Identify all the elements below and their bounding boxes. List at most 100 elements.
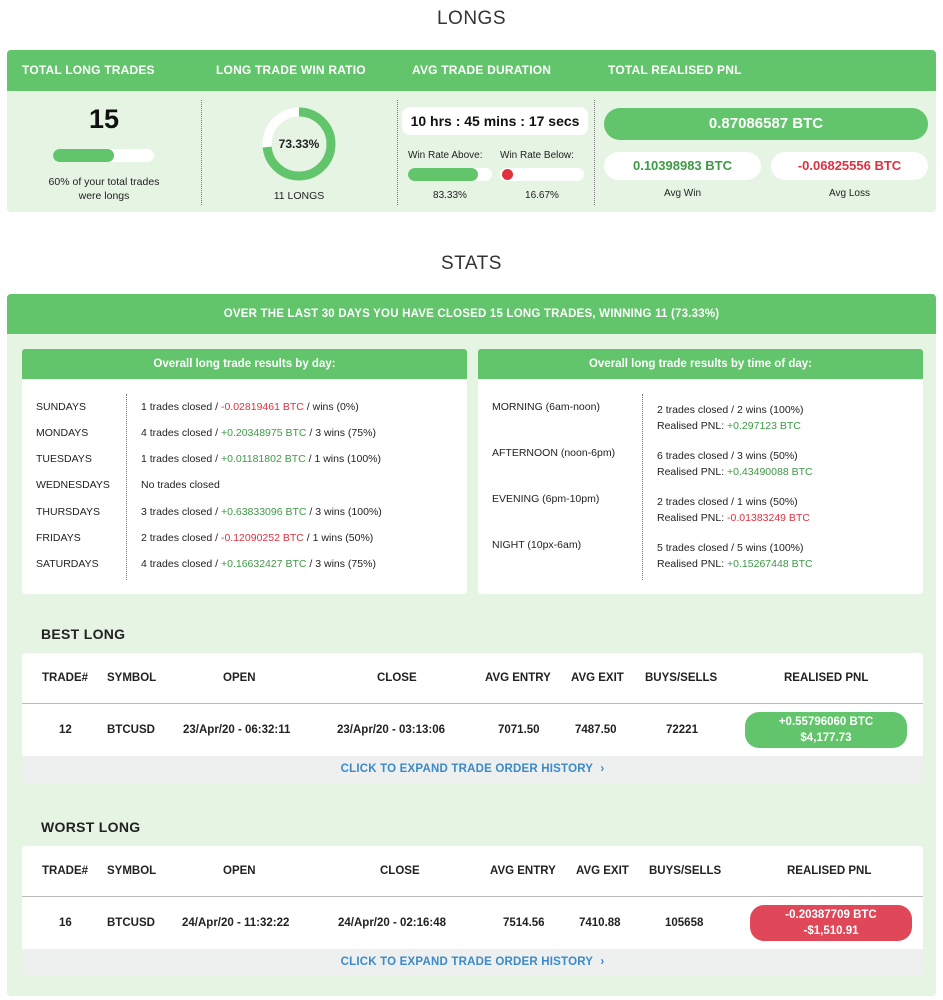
best-symbol: BTCUSD: [107, 724, 155, 736]
results-by-day-title: Overall long trade results by day:: [22, 349, 467, 379]
worst-pnl-usd: -$1,510.91: [803, 925, 859, 937]
day-trades-closed: 4 trades closed /: [141, 558, 221, 570]
avg-loss-value: -0.06825556 BTC: [771, 152, 928, 180]
day-name: THURSDAYS: [36, 506, 100, 518]
chevron-right-icon: ›: [600, 763, 605, 775]
longs-summary-panel: TOTAL LONG TRADES LONG TRADE WIN RATIO A…: [7, 50, 936, 212]
expand-history-label: CLICK TO EXPAND TRADE ORDER HISTORY: [340, 763, 593, 775]
day-trades-closed: No trades closed: [141, 479, 220, 491]
win-rate-below-bar: [500, 168, 584, 181]
divider: [126, 394, 127, 580]
divider: [397, 100, 398, 205]
realised-pnl-label: Realised PNL:: [657, 420, 728, 432]
realised-pnl-value: +0.15267448 BTC: [727, 558, 813, 570]
win-ratio-percent: 73.33%: [278, 137, 320, 151]
total-long-trades-value: 15: [88, 104, 120, 134]
total-realised-pnl-value: 0.87086587 BTC: [604, 108, 928, 140]
day-name: TUESDAYS: [36, 453, 92, 465]
day-trades-closed: 2 trades closed /: [141, 532, 221, 544]
realised-pnl-value: +0.43490088 BTC: [727, 466, 813, 478]
time-trades-closed: 5 trades closed / 5 wins (100%): [657, 542, 804, 554]
worst-avg-entry: 7514.56: [503, 917, 545, 929]
day-name: FRIDAYS: [36, 532, 81, 544]
best-expand-history-link[interactable]: CLICK TO EXPAND TRADE ORDER HISTORY ›: [22, 756, 923, 783]
win-rate-below-dot: [502, 169, 513, 180]
best-long-table: TRADE# SYMBOL OPEN CLOSE AVG ENTRY AVG E…: [22, 653, 923, 783]
worst-avg-exit: 7410.88: [579, 917, 621, 929]
day-pnl: -0.12090252 BTC: [220, 532, 304, 544]
time-realised-pnl: Realised PNL: +0.43490088 BTC: [657, 464, 813, 480]
col-avg-exit: AVG EXIT: [576, 865, 629, 877]
day-result: 1 trades closed / +0.01181802 BTC / 1 wi…: [141, 453, 381, 465]
best-open: 23/Apr/20 - 06:32:11: [183, 724, 291, 736]
total-long-trades-caption: 60% of your total trades were longs: [7, 175, 201, 203]
realised-pnl-value: +0.297123 BTC: [727, 420, 801, 432]
day-result: No trades closed: [141, 479, 220, 491]
win-rate-above-value: 83.33%: [433, 190, 467, 201]
col-avg-entry: AVG ENTRY: [490, 865, 556, 877]
avg-win-label: Avg Win: [663, 188, 702, 199]
time-realised-pnl: Realised PNL: -0.01383249 BTC: [657, 510, 810, 526]
time-of-day-name: NIGHT (10px-6am): [492, 539, 582, 551]
col-trade: TRADE#: [42, 672, 89, 684]
win-longs-count: 11 LONGS: [273, 190, 325, 202]
avg-loss-label: Avg Loss: [829, 188, 870, 199]
best-avg-exit: 7487.50: [575, 724, 617, 736]
header-total-long-trades: TOTAL LONG TRADES: [22, 63, 155, 77]
win-rate-above-fill: [408, 168, 478, 181]
best-pnl-usd: $4,177.73: [800, 732, 852, 744]
day-name: SATURDAYS: [36, 558, 99, 570]
progress-fill: [53, 149, 114, 162]
worst-expand-history-link[interactable]: CLICK TO EXPAND TRADE ORDER HISTORY ›: [22, 949, 923, 976]
expand-history-label: CLICK TO EXPAND TRADE ORDER HISTORY: [340, 956, 593, 968]
day-wins: / 3 wins (100%): [306, 506, 382, 518]
day-pnl: +0.20348975 BTC: [220, 427, 307, 439]
best-avg-entry: 7071.50: [498, 724, 540, 736]
worst-pnl-btc: -0.20387709 BTC: [785, 909, 877, 921]
longs-header: TOTAL LONG TRADES LONG TRADE WIN RATIO A…: [7, 50, 936, 91]
col-realised-pnl: REALISED PNL: [784, 672, 869, 684]
avg-trade-duration-value: 10 hrs : 45 mins : 17 secs: [402, 107, 588, 135]
realised-pnl-label: Realised PNL:: [657, 466, 728, 478]
col-avg-exit: AVG EXIT: [571, 672, 624, 684]
best-buys-sells: 72221: [666, 724, 698, 736]
day-result: 2 trades closed / -0.12090252 BTC / 1 wi…: [141, 532, 373, 544]
win-rate-above-bar: [408, 168, 492, 181]
worst-buys-sells: 105658: [665, 917, 704, 929]
day-trades-closed: 4 trades closed /: [141, 427, 221, 439]
col-symbol: SYMBOL: [107, 672, 157, 684]
day-name: MONDAYS: [36, 427, 89, 439]
day-trades-closed: 1 trades closed /: [141, 401, 221, 413]
results-by-time-title: Overall long trade results by time of da…: [478, 349, 923, 379]
day-wins: / 1 wins (100%): [305, 453, 381, 465]
day-result: 4 trades closed / +0.16632427 BTC / 3 wi…: [141, 558, 376, 570]
day-pnl: +0.16632427 BTC: [220, 558, 307, 570]
worst-long-title: WORST LONG: [41, 819, 141, 835]
avg-win-value: 0.10398983 BTC: [604, 152, 761, 180]
worst-close: 24/Apr/20 - 02:16:48: [338, 917, 447, 929]
time-realised-pnl: Realised PNL: +0.297123 BTC: [657, 418, 801, 434]
best-realised-pnl: +0.55796060 BTC $4,177.73: [745, 712, 907, 748]
day-wins: / 3 wins (75%): [306, 558, 376, 570]
day-pnl: -0.02819461 BTC: [220, 401, 304, 413]
col-buys-sells: BUYS/SELLS: [649, 865, 722, 877]
best-long-title: BEST LONG: [41, 626, 126, 642]
best-close: 23/Apr/20 - 03:13:06: [337, 724, 446, 736]
stats-title: STATS: [441, 253, 502, 274]
col-trade: TRADE#: [42, 865, 89, 877]
day-wins: / wins (0%): [303, 401, 359, 413]
worst-long-table: TRADE# SYMBOL OPEN CLOSE AVG ENTRY AVG E…: [22, 846, 923, 976]
col-open: OPEN: [223, 672, 256, 684]
worst-open: 24/Apr/20 - 11:32:22: [182, 917, 290, 929]
chevron-right-icon: ›: [600, 956, 605, 968]
realised-pnl-value: -0.01383249 BTC: [727, 512, 810, 524]
stats-summary-banner: OVER THE LAST 30 DAYS YOU HAVE CLOSED 15…: [7, 294, 936, 334]
day-pnl: +0.01181802 BTC: [220, 453, 306, 465]
win-rate-below-value: 16.67%: [525, 190, 559, 201]
header-avg-trade-duration: AVG TRADE DURATION: [412, 63, 552, 77]
time-of-day-name: MORNING (6am-noon): [492, 401, 600, 413]
day-name: SUNDAYS: [36, 401, 86, 413]
col-avg-entry: AVG ENTRY: [485, 672, 551, 684]
day-trades-closed: 3 trades closed /: [141, 506, 221, 518]
time-trades-closed: 2 trades closed / 2 wins (100%): [657, 404, 804, 416]
